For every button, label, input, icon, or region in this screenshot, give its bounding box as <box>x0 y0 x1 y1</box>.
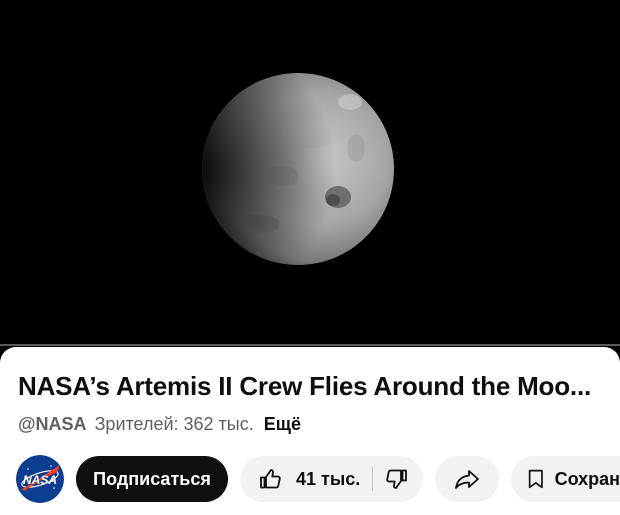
channel-avatar[interactable]: NASA <box>16 455 64 503</box>
save-button[interactable]: Сохранить <box>511 456 620 502</box>
share-icon <box>455 470 479 489</box>
nasa-logo-icon: NASA <box>16 455 64 503</box>
dislike-button[interactable] <box>373 456 421 502</box>
subscribe-button[interactable]: Подписаться <box>76 456 228 502</box>
video-player[interactable] <box>0 0 620 346</box>
thumb-up-icon <box>260 469 281 489</box>
view-count: Зрителей: 362 тыс. <box>94 414 254 434</box>
video-title[interactable]: NASA’s Artemis II Crew Flies Around the … <box>18 371 591 402</box>
share-button[interactable] <box>435 456 499 502</box>
like-button[interactable]: 41 тыс. <box>240 456 372 502</box>
avatar-logo-text: NASA <box>23 473 57 487</box>
action-bar: NASA Подписаться 41 тыс. Сохран <box>0 455 620 503</box>
progress-bar[interactable] <box>0 344 620 346</box>
moon-image <box>202 73 394 265</box>
video-details-panel: NASA’s Artemis II Crew Flies Around the … <box>0 347 620 515</box>
like-count: 41 тыс. <box>296 468 361 489</box>
like-dislike-group: 41 тыс. <box>240 456 423 502</box>
channel-handle[interactable]: @NASA <box>18 414 87 434</box>
more-link[interactable]: Ещё <box>264 414 301 434</box>
thumb-down-icon <box>386 469 408 489</box>
bookmark-icon <box>528 469 543 489</box>
video-meta[interactable]: @NASA Зрителей: 362 тыс. Ещё <box>18 414 301 435</box>
save-label: Сохранить <box>554 468 620 489</box>
